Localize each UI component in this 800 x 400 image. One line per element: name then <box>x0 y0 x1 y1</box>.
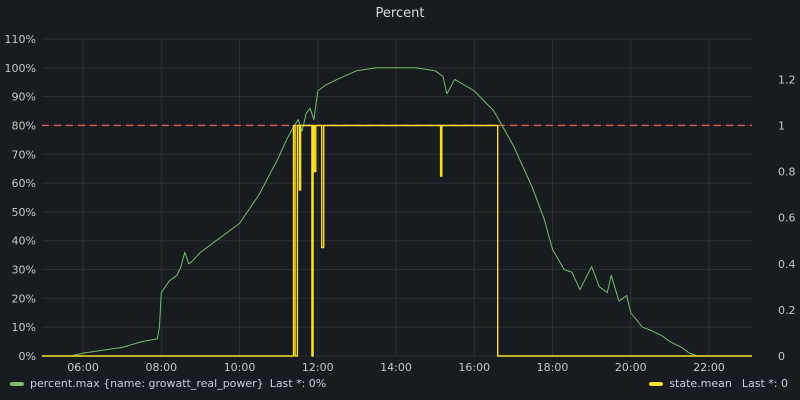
x-tick-label: 22:00 <box>693 361 725 374</box>
y-right-tick-label: 0 <box>778 350 785 363</box>
y-right-tick-label: 1.2 <box>778 73 796 86</box>
legend-series-name: percent.max {name: growatt_real_power} <box>30 377 264 390</box>
legend-swatch-yellow <box>649 381 664 386</box>
legend-last-value: Last *: 0 <box>741 377 788 390</box>
y-left-tick-label: 0% <box>19 350 36 363</box>
y-left-tick-label: 100% <box>5 62 36 75</box>
x-tick-label: 18:00 <box>537 361 569 374</box>
y-left-tick-label: 30% <box>12 264 36 277</box>
legend-series-name: state.mean <box>669 377 732 390</box>
grid <box>42 38 752 357</box>
y-right-tick-label: 0.4 <box>778 258 796 271</box>
y-left-tick-label: 50% <box>12 206 36 219</box>
x-tick-label: 14:00 <box>380 361 412 374</box>
y-right-tick-label: 1 <box>778 119 785 132</box>
x-tick-label: 12:00 <box>302 361 334 374</box>
y-axis-left: 0% 10% 20% 30% 40% 50% 60% 70% 80% 90% 100% 110% <box>5 33 36 363</box>
x-tick-label: 16:00 <box>458 361 490 374</box>
y-right-tick-label: 0.6 <box>778 212 796 225</box>
x-tick-label: 08:00 <box>145 361 177 374</box>
y-left-tick-label: 20% <box>12 292 36 305</box>
y-left-tick-label: 40% <box>12 235 36 248</box>
y-right-tick-label: 0.8 <box>778 166 796 179</box>
y-left-tick-label: 10% <box>12 321 36 334</box>
x-tick-label: 10:00 <box>224 361 256 374</box>
legend-last-value: Last *: 0% <box>269 377 327 390</box>
legend-item-state-mean[interactable]: state.mean Last *: 0 <box>649 377 788 390</box>
y-left-tick-label: 60% <box>12 177 36 190</box>
y-right-tick-label: 0.2 <box>778 304 796 317</box>
x-tick-label: 20:00 <box>615 361 647 374</box>
x-axis: 06:00 08:00 10:00 12:00 14:00 16:00 18:00 20:00… <box>67 361 725 374</box>
y-axis-right: 0 0.2 0.4 0.6 0.8 1 1.2 <box>778 73 796 363</box>
legend-item-percent-max[interactable]: percent.max {name: growatt_real_power} L… <box>10 377 326 390</box>
y-left-tick-label: 90% <box>12 91 36 104</box>
chart-plot[interactable]: 0%10%20%30%40%50%60%70%80%90%100%110% 00… <box>0 0 800 400</box>
x-tick-label: 06:00 <box>67 361 99 374</box>
legend-swatch-green <box>10 381 24 386</box>
y-left-tick-label: 80% <box>12 119 36 132</box>
y-left-tick-label: 70% <box>12 148 36 161</box>
y-left-tick-label: 110% <box>5 33 36 46</box>
chart-panel: Percent 0% 10% 20% 30% 40% 50% 60% 70% 80% 90% 100… <box>0 0 800 400</box>
